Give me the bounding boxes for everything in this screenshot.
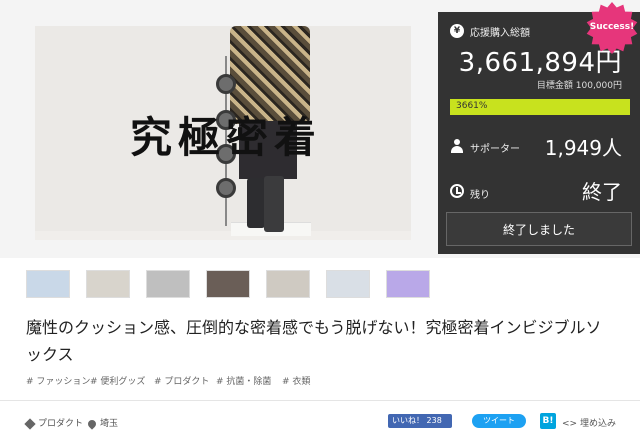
main-image[interactable]: 究極密着 [35, 26, 411, 240]
location-link[interactable]: 埼玉 [86, 416, 119, 430]
total-label: 応援購入総額 [470, 28, 530, 39]
tag-link[interactable]: # 便利グッズ [90, 374, 145, 387]
goal-amount: 目標金額 100,000円 [536, 81, 622, 91]
sock-clip [216, 178, 236, 198]
tag-link[interactable]: # プロダクト [154, 374, 209, 387]
tag-link[interactable]: # 衣類 [282, 374, 310, 387]
ended-button[interactable]: 終了しました [446, 212, 632, 246]
success-badge-label: Success! [589, 22, 635, 32]
remaining-label: 残り [470, 190, 490, 201]
supporters-label: サポーター [470, 144, 520, 155]
floor [35, 231, 411, 240]
facebook-like-button[interactable]: いいね！ 238 [388, 414, 452, 428]
hatena-bookmark-button[interactable]: B! [540, 413, 556, 429]
thumbnail[interactable] [26, 270, 70, 298]
tag-link[interactable]: # ファッション [26, 374, 90, 387]
clock-icon [450, 184, 464, 198]
thumbnail[interactable] [206, 270, 250, 298]
category-label: プロダクト [38, 419, 84, 429]
person-icon [451, 139, 463, 153]
location-pin-icon [86, 417, 98, 430]
divider [0, 400, 640, 401]
tweet-button[interactable]: ツイート [472, 414, 526, 428]
model-leg-right [264, 176, 284, 232]
thumbnail[interactable] [266, 270, 310, 298]
tag-icon [24, 417, 36, 430]
progress-percent: 3661% [456, 101, 488, 111]
thumbnail[interactable] [146, 270, 190, 298]
thumbnail[interactable] [326, 270, 370, 298]
thumbnail[interactable] [386, 270, 430, 298]
embed-link[interactable]: <> 埋め込み [562, 416, 616, 429]
yen-icon: ¥ [450, 24, 464, 38]
project-title: 魔性のクッション感、圧倒的な密着感でもう脱げない！究極密着インビジブルソックス [26, 318, 602, 364]
project-footer: プロダクト 埼玉 いいね！ 238 ツイート B! <> 埋め込み [0, 410, 640, 432]
project-page: 究極密着 ¥ 応援購入総額 3,661,894円 目標金額 100,000円 3… [0, 0, 640, 435]
category-link[interactable]: プロダクト [24, 416, 84, 430]
tag-link[interactable]: # 抗菌・除菌 [216, 374, 271, 387]
thumbnail[interactable] [86, 270, 130, 298]
hero-title: 究極密着 [130, 113, 323, 162]
success-badge: Success! [586, 2, 638, 54]
remaining-value: 終了 [582, 180, 622, 204]
progress-bar: 3661% [450, 99, 630, 115]
sock-clip [216, 74, 236, 94]
project-header: 究極密着 ¥ 応援購入総額 3,661,894円 目標金額 100,000円 3… [0, 0, 640, 258]
location-label: 埼玉 [100, 419, 119, 429]
model-leg-left [247, 178, 265, 228]
supporters-count: 1,949人 [544, 136, 622, 160]
